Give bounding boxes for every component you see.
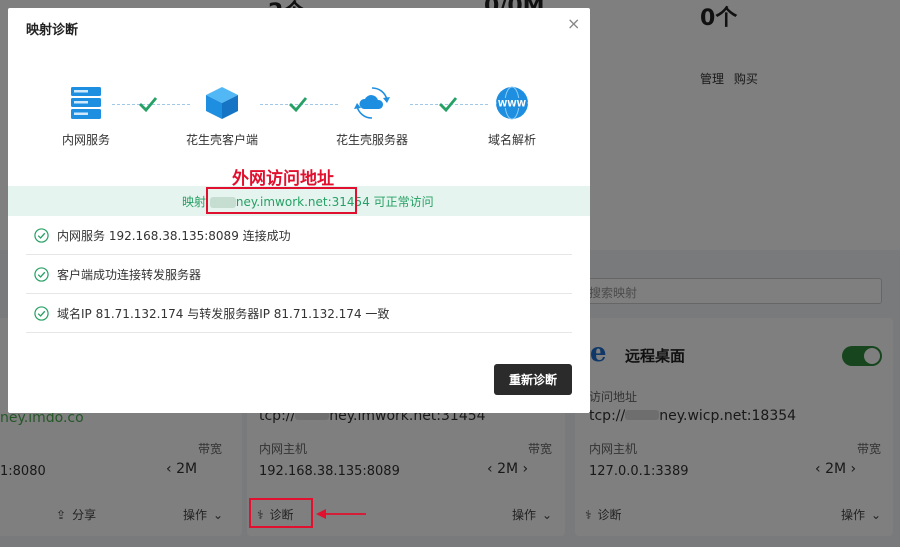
step-label: 域名解析 — [487, 133, 536, 147]
diag-row-text: 域名IP 81.71.132.174 与转发服务器IP 81.71.132.17… — [57, 306, 390, 321]
check-icon — [289, 97, 308, 113]
step-client: 花生壳客户端 — [172, 85, 272, 148]
circle-check-icon — [34, 227, 49, 243]
step-dns: WWW 域名解析 — [462, 85, 562, 148]
diag-row: 内网服务 192.168.38.135:8089 连接成功 — [26, 216, 572, 255]
server-icon — [71, 87, 101, 119]
cube-icon — [206, 87, 238, 119]
svg-text:WWW: WWW — [498, 100, 527, 110]
step-internal-service: 内网服务 — [36, 85, 136, 148]
result-prefix: 映射 — [182, 195, 207, 209]
check-icon — [139, 97, 158, 113]
diag-row: 客户端成功连接转发服务器 — [26, 255, 572, 294]
diag-row: 域名IP 81.71.132.174 与转发服务器IP 81.71.132.17… — [26, 294, 572, 333]
diag-row-text: 内网服务 192.168.38.135:8089 连接成功 — [57, 228, 291, 243]
arrow-left-icon — [316, 509, 366, 519]
result-suffix: 可正常访问 — [373, 195, 434, 209]
circle-check-icon — [34, 305, 49, 321]
step-label: 花生壳服务器 — [335, 133, 408, 147]
step-label: 花生壳客户端 — [185, 133, 258, 147]
modal-title: 映射诊断 — [26, 23, 79, 38]
diagnosis-modal: 映射诊断 × 内网服务 花生壳客户端 花生壳服务器 WWW 域名解析 外网访问地… — [8, 8, 590, 413]
check-icon — [439, 97, 458, 113]
rediagnose-button[interactable]: 重新诊断 — [494, 364, 572, 395]
www-globe-icon: WWW — [496, 86, 528, 120]
step-label: 内网服务 — [61, 133, 110, 147]
step-server: 花生壳服务器 — [322, 85, 422, 148]
circle-check-icon — [34, 266, 49, 282]
diagnose-highlight-box — [249, 498, 313, 528]
address-highlight-box — [206, 187, 357, 214]
cloud-sync-icon — [354, 87, 390, 119]
diag-row-text: 客户端成功连接转发服务器 — [57, 267, 202, 282]
close-icon[interactable]: × — [567, 14, 580, 33]
